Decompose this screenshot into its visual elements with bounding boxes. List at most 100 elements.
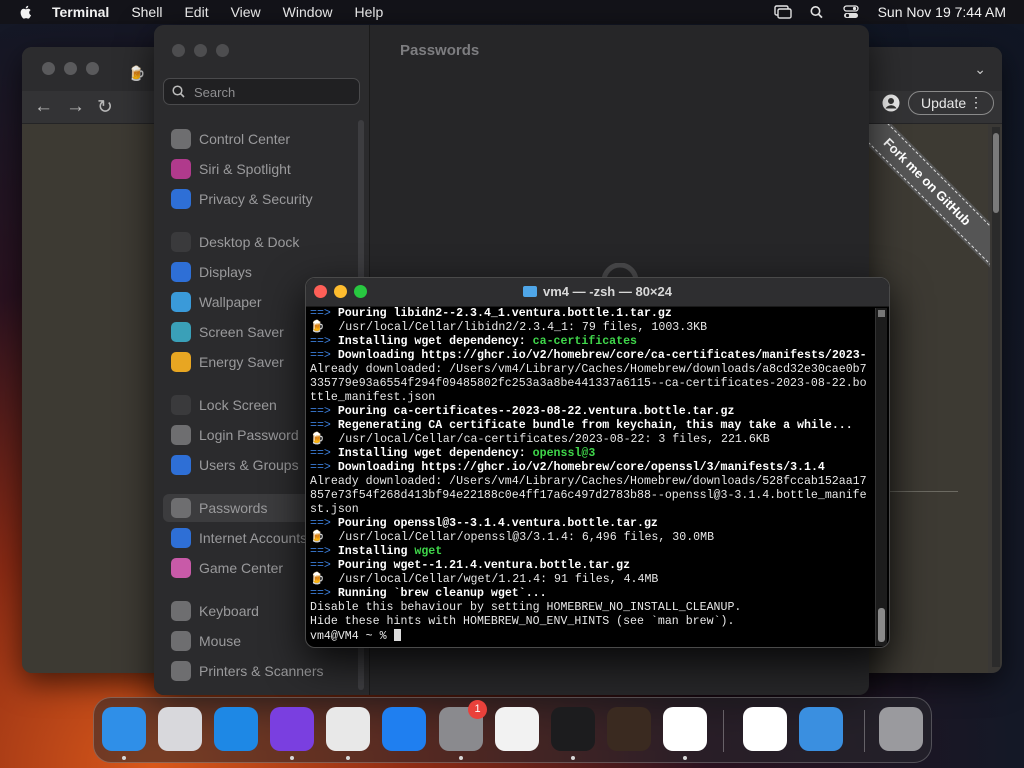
terminal-text: Pouring ca-certificates--2023-08-22.vent…: [337, 405, 735, 418]
chrome-icon[interactable]: [326, 707, 370, 751]
back-arrow-icon[interactable]: ←: [34, 96, 53, 118]
browser-scrollbar[interactable]: [992, 127, 1000, 667]
spotlight-search-icon[interactable]: [808, 5, 826, 19]
menu-app-name[interactable]: Terminal: [52, 4, 109, 20]
terminal-text: openssl@3: [532, 447, 596, 460]
mouse-icon: [171, 631, 191, 651]
settings-search[interactable]: [163, 78, 360, 105]
terminal-text: Installing: [337, 545, 415, 558]
terminal-line: ==> Installing wget dependency: ca-certi…: [310, 335, 872, 349]
terminal-icon[interactable]: [551, 707, 595, 751]
sidebar-item-siri-spotlight[interactable]: Siri & Spotlight: [163, 155, 360, 183]
zoom-button[interactable]: [86, 62, 99, 75]
text-cursor: [393, 629, 401, 641]
menu-view[interactable]: View: [231, 4, 261, 20]
terminal-text: Already downloaded: /Users/vm4/Library/C…: [310, 363, 867, 376]
sidebar-item-label: Passwords: [199, 500, 268, 516]
close-button[interactable]: [172, 44, 185, 57]
firefox-icon[interactable]: [270, 707, 314, 751]
close-button[interactable]: [42, 62, 55, 75]
profile-icon[interactable]: [882, 94, 900, 112]
terminal-text: Pouring wget--1.21.4.ventura.bottle.tar.…: [337, 559, 631, 572]
terminal-titlebar: vm4 — -zsh — 80×24: [306, 278, 889, 307]
minimize-button[interactable]: [64, 62, 77, 75]
prompt-arrow: ==>: [310, 349, 338, 362]
menu-help[interactable]: Help: [354, 4, 383, 20]
chevron-down-icon[interactable]: ⌄: [974, 61, 986, 78]
sidebar-item-label: Energy Saver: [199, 354, 284, 370]
prompt-arrow: ==>: [310, 335, 338, 348]
prompt-arrow: ==>: [310, 307, 338, 320]
sidebar-item-privacy-security[interactable]: Privacy & Security: [163, 185, 360, 213]
prompt-arrow: ==>: [310, 517, 338, 530]
sidebar-item-control-center[interactable]: Control Center: [163, 125, 360, 153]
more-options-icon[interactable]: ⋮: [969, 94, 983, 111]
siri-icon: [171, 159, 191, 179]
terminal-text: Downloading https://ghcr.io/v2/homebrew/…: [337, 461, 825, 474]
terminal-line: ==> Regenerating CA certificate bundle f…: [310, 419, 872, 433]
finder-icon[interactable]: [102, 707, 146, 751]
menu-edit[interactable]: Edit: [184, 4, 208, 20]
running-indicator: [290, 756, 294, 760]
sidebar-item-desktop-dock[interactable]: Desktop & Dock: [163, 228, 360, 256]
terminal-line: vm4@VM4 ~ %: [310, 629, 872, 644]
terminal-line: ==> Pouring openssl@3--3.1.4.ventura.bot…: [310, 517, 872, 531]
terminal-text: Already downloaded: /Users/vm4/Library/C…: [310, 475, 867, 488]
forward-arrow-icon[interactable]: →: [66, 96, 85, 118]
terminal-line: 857e73f54f268d413bf94e22188c0e4ff17a6c49…: [310, 489, 872, 503]
terminal-line: ==> Pouring libidn2--2.3.4_1.ventura.bot…: [310, 307, 872, 321]
wallpaper-icon: [171, 292, 191, 312]
scrollbar-thumb[interactable]: [993, 133, 999, 213]
zoom-button[interactable]: [216, 44, 229, 57]
menu-window[interactable]: Window: [283, 4, 333, 20]
launchpad-icon[interactable]: [158, 707, 202, 751]
search-input[interactable]: [192, 82, 356, 102]
terminal-output[interactable]: ==> Pouring libidn2--2.3.4_1.ventura.bot…: [310, 307, 872, 645]
terminal-title: vm4 — -zsh — 80×24: [306, 284, 889, 299]
key-icon: [171, 498, 191, 518]
sidebar-item-label: Displays: [199, 264, 252, 280]
update-button-label: Update: [921, 95, 967, 111]
terminal-line: Already downloaded: /Users/vm4/Library/C…: [310, 475, 872, 489]
sidebar-item-label: Desktop & Dock: [199, 234, 300, 250]
vscode-icon[interactable]: [663, 707, 707, 751]
terminal-text: 335779e93a6554f294f09485802fc253a3a8be44…: [310, 377, 867, 390]
prompt-arrow: ==>: [310, 559, 338, 572]
safari-icon[interactable]: [214, 707, 258, 751]
terminal-text: 🍺 /usr/local/Cellar/wget/1.21.4: 91 file…: [310, 573, 659, 586]
menu-shell[interactable]: Shell: [131, 4, 162, 20]
visual-studio-icon[interactable]: [743, 707, 787, 751]
prompt-arrow: ==>: [310, 545, 338, 558]
terminal-line: ==> Installing wget: [310, 545, 872, 559]
textedit-icon[interactable]: [495, 707, 539, 751]
app-store-icon[interactable]: [382, 707, 426, 751]
minimize-button[interactable]: [194, 44, 207, 57]
running-indicator: [122, 756, 126, 760]
sidebar-item-label: Wallpaper: [199, 294, 262, 310]
sidebar-item-label: Printers & Scanners: [199, 663, 324, 679]
update-button[interactable]: Update ⋮: [908, 91, 994, 115]
terminal-text: 🍺 /usr/local/Cellar/libidn2/2.3.4_1: 79 …: [310, 321, 708, 334]
terminal-line: 🍺 /usr/local/Cellar/wget/1.21.4: 91 file…: [310, 573, 872, 587]
garageband-icon[interactable]: [607, 707, 651, 751]
apple-menu-icon[interactable]: [18, 4, 34, 20]
terminal-line: ttle_manifest.json: [310, 391, 872, 405]
beer-tab-icon[interactable]: 🍺: [128, 65, 145, 82]
menu-clock[interactable]: Sun Nov 19 7:44 AM: [878, 4, 1006, 20]
terminal-text: ca-certificates: [532, 335, 638, 348]
scrollbar-thumb[interactable]: [878, 608, 885, 642]
reload-icon[interactable]: ↻: [97, 96, 113, 119]
trash-icon[interactable]: [879, 707, 923, 751]
prompt-arrow: ==>: [310, 587, 338, 600]
privacy-hand-icon: [171, 189, 191, 209]
terminal-line: ==> Pouring wget--1.21.4.ventura.bottle.…: [310, 559, 872, 573]
sidebar-item-printers-scanners[interactable]: Printers & Scanners: [163, 657, 360, 685]
terminal-scrollbar[interactable]: [875, 308, 887, 646]
terminal-text: Pouring openssl@3--3.1.4.ventura.bottle.…: [337, 517, 658, 530]
running-indicator: [346, 756, 350, 760]
screen-mirroring-icon[interactable]: [773, 5, 792, 19]
weather-icon[interactable]: [799, 707, 843, 751]
menu-bar: Terminal Shell Edit View Window Help Sun…: [0, 0, 1024, 24]
sidebar-item-label: Control Center: [199, 131, 291, 147]
control-center-icon[interactable]: [842, 5, 860, 19]
